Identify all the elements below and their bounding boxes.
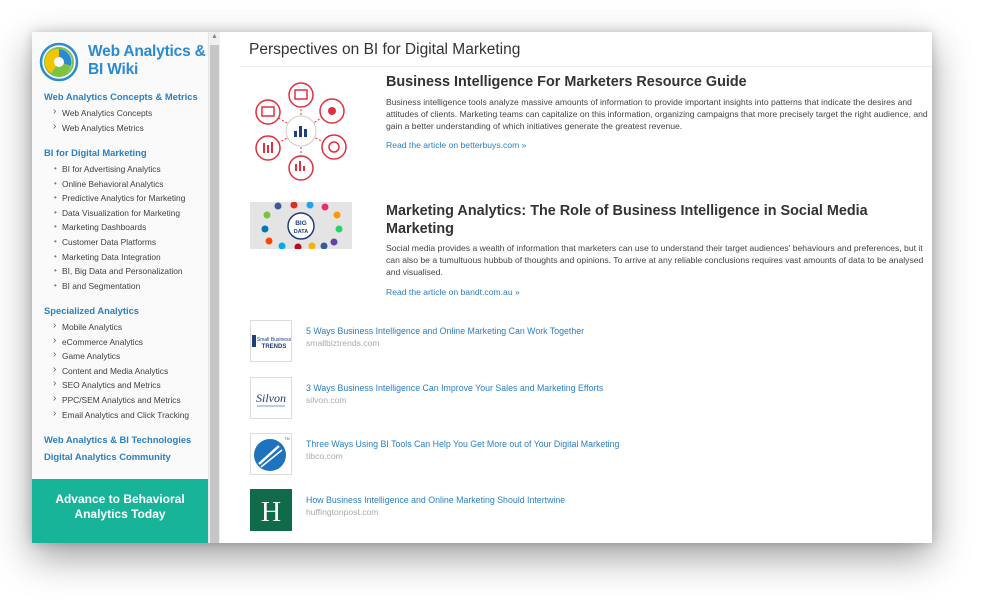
list-item: H How Business Intelligence and Online M… (250, 489, 890, 533)
nav-item[interactable]: PPC/SEM Analytics and Metrics (53, 392, 189, 408)
svg-text:Silvon: Silvon (256, 391, 286, 405)
feature-2-title[interactable]: Marketing Analytics: The Role of Busines… (386, 202, 926, 238)
nav-item[interactable]: Predictive Analytics for Marketing (53, 191, 185, 206)
nav-item[interactable]: BI and Segmentation (53, 279, 185, 294)
nav-item[interactable]: eCommerce Analytics (53, 334, 189, 350)
feature-2-text: Social media provides a wealth of inform… (386, 243, 924, 277)
main-content: Perspectives on BI for Digital Marketing (220, 32, 932, 543)
svg-text:Small Business: Small Business (257, 337, 291, 343)
browser-window: Web Analytics & BI Wiki Web Analytics Co… (32, 32, 932, 543)
svg-text:H: H (261, 497, 281, 528)
link-source: smallbiztrends.com (306, 338, 380, 348)
svg-text:DATA: DATA (294, 229, 308, 235)
smallbiztrends-logo[interactable]: Small Business TRENDS (250, 320, 292, 362)
link-title[interactable]: 5 Ways Business Intelligence and Online … (306, 326, 584, 336)
link-source: tibco.com (306, 451, 343, 461)
nav-item[interactable]: BI for Advertising Analytics (53, 162, 185, 177)
nav-item[interactable]: Email Analytics and Click Tracking (53, 407, 189, 423)
link-title[interactable]: 3 Ways Business Intelligence Can Improve… (306, 383, 603, 393)
site-logo[interactable]: Web Analytics & BI Wiki (39, 40, 209, 86)
nav-item[interactable]: SEO Analytics and Metrics (53, 377, 189, 393)
huffingtonpost-logo[interactable]: H (250, 489, 292, 531)
list-item: TM Three Ways Using BI Tools Can Help Yo… (250, 433, 890, 477)
nav-item[interactable]: Data Visualization for Marketing (53, 206, 185, 221)
nav-section-specialized-analytics[interactable]: Specialized Analytics (44, 305, 139, 316)
scroll-thumb[interactable] (210, 45, 219, 543)
nav-list-concepts: Web Analytics Concepts Web Analytics Met… (53, 105, 152, 136)
nav-item[interactable]: Web Analytics Metrics (53, 120, 152, 136)
nav-section-web-analytics-concepts[interactable]: Web Analytics Concepts & Metrics (44, 91, 198, 102)
big-data-social-image: BIG DATA (250, 201, 352, 251)
sidebar-scrollbar[interactable]: ▲ (209, 32, 220, 543)
silvon-logo[interactable]: Silvon (250, 377, 292, 419)
nav-item[interactable]: Content and Media Analytics (53, 363, 189, 379)
link-source: huffingtonpost.com (306, 507, 379, 517)
link-source: silvon.com (306, 395, 347, 405)
nav-item[interactable]: BI, Big Data and Personalization (53, 264, 185, 279)
tibco-logo[interactable]: TM (250, 433, 292, 475)
behavioral-analytics-cta-button[interactable]: Advance to Behavioral Analytics Today (32, 479, 208, 543)
feature-2-read-link[interactable]: Read the article on bandt.com.au » (386, 287, 520, 297)
feature-1-title[interactable]: Business Intelligence For Marketers Reso… (386, 73, 926, 91)
page-title: Perspectives on BI for Digital Marketing (249, 41, 521, 58)
list-item: Silvon 3 Ways Business Intelligence Can … (250, 377, 890, 421)
nav-section-community[interactable]: Digital Analytics Community (44, 451, 171, 462)
nav-section-bi-digital-marketing[interactable]: BI for Digital Marketing (44, 147, 147, 158)
bi-icons-network-image (248, 78, 354, 184)
nav-section-technologies[interactable]: Web Analytics & BI Technologies (44, 434, 191, 445)
link-title[interactable]: Three Ways Using BI Tools Can Help You G… (306, 439, 619, 449)
nav-list-bi-marketing: BI for Advertising Analytics Online Beha… (53, 162, 185, 293)
site-logo-title: Web Analytics & BI Wiki (88, 43, 206, 78)
cta-label: Advance to Behavioral Analytics Today (55, 492, 185, 521)
nav-item[interactable]: Customer Data Platforms (53, 235, 185, 250)
svg-text:BIG: BIG (295, 220, 307, 227)
svg-text:TRENDS: TRENDS (262, 344, 287, 350)
title-divider (240, 66, 932, 67)
feature-1-text: Business intelligence tools analyze mass… (386, 97, 928, 131)
sidebar: Web Analytics & BI Wiki Web Analytics Co… (32, 32, 209, 543)
feature-1-read-link[interactable]: Read the article on betterbuys.com » (386, 140, 526, 150)
nav-item[interactable]: Marketing Data Integration (53, 250, 185, 265)
list-item: Small Business TRENDS 5 Ways Business In… (250, 320, 890, 364)
nav-item[interactable]: Game Analytics (53, 348, 189, 364)
nav-item[interactable]: Web Analytics Concepts (53, 105, 152, 121)
nav-list-specialized: Mobile Analytics eCommerce Analytics Gam… (53, 319, 189, 423)
scroll-up-icon[interactable]: ▲ (209, 32, 220, 42)
nav-item[interactable]: Online Behavioral Analytics (53, 177, 185, 192)
svg-text:TM: TM (284, 437, 289, 441)
nav-item[interactable]: Marketing Dashboards (53, 220, 185, 235)
nav-item[interactable]: Mobile Analytics (53, 319, 189, 335)
pie-chart-logo-icon (39, 42, 79, 82)
link-title[interactable]: How Business Intelligence and Online Mar… (306, 495, 565, 505)
